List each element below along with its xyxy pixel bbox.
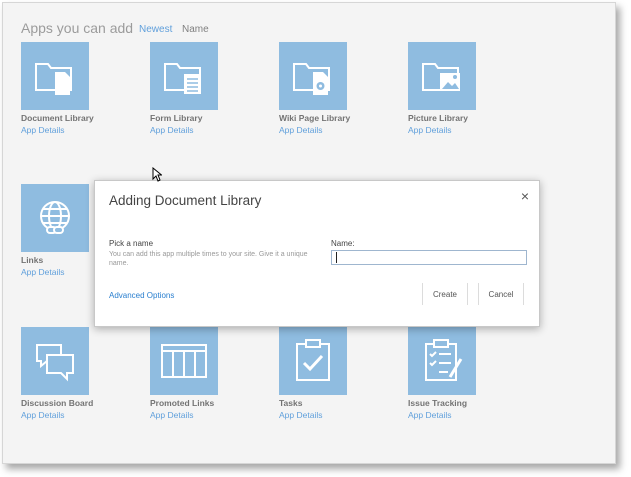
advanced-options-link[interactable]: Advanced Options — [109, 291, 174, 300]
text-caret — [336, 252, 337, 263]
adding-app-dialog: Adding Document Library × Pick a name Yo… — [94, 180, 540, 327]
create-button[interactable]: Create — [422, 283, 468, 305]
name-input[interactable] — [331, 250, 527, 265]
dialog-title: Adding Document Library — [109, 193, 262, 208]
mouse-pointer-icon — [152, 167, 162, 182]
close-icon[interactable]: × — [521, 188, 529, 204]
pick-name-description: You can add this app multiple times to y… — [109, 251, 308, 267]
cancel-button[interactable]: Cancel — [478, 283, 524, 305]
pick-name-label: Pick a name — [109, 239, 154, 248]
name-field-label: Name: — [331, 239, 355, 248]
app-frame: Apps you can add Newest Name Document Li… — [2, 2, 616, 464]
